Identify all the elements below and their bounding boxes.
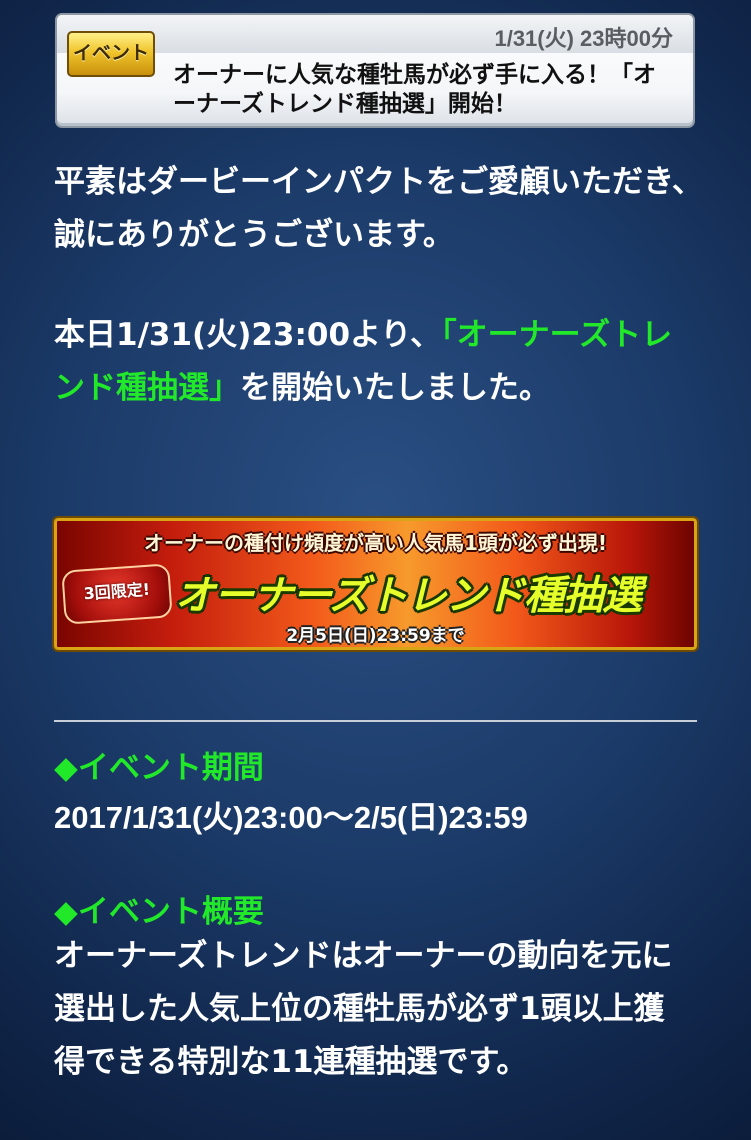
event-overview-heading: ◆イベント概要 (54, 894, 264, 930)
announcement-prefix: 本日1/31(火)23:00より、 (54, 317, 442, 353)
greeting-text: 平素はダービーインパクトをご愛顧いただき、誠にありがとうございます。 (54, 164, 703, 253)
announcement-text: 本日1/31(火)23:00より、「オーナーズトレンド種抽選」を開始いたしました… (54, 309, 684, 415)
banner-deadline: 2月5日(日)23:59まで (286, 626, 465, 646)
event-category-badge: イベント (67, 31, 155, 77)
banner-title: オーナーズトレンド種抽選 (175, 573, 642, 619)
notice-date: 1/31(火) 23時00分 (494, 26, 673, 51)
banner-tagline: オーナーの種付け頻度が高い人気馬1頭が必ず出現! (143, 531, 608, 555)
event-notice-header: 1/31(火) 23時00分 イベント オーナーに人気な種牡馬が必ず手に入る！「… (55, 13, 695, 128)
event-overview-text: オーナーズトレンドはオーナーの動向を元に選出した人気上位の種牡馬が必ず1頭以上獲… (54, 938, 673, 1080)
event-period-heading: ◆イベント期間 (54, 750, 264, 786)
owners-trend-gacha-banner[interactable]: オーナーの種付け頻度が高い人気馬1頭が必ず出現! 3回限定! オーナーズトレンド… (52, 516, 699, 652)
announcement-suffix: を開始いたしました。 (240, 370, 550, 406)
event-period-value: 2017/1/31(火)23:00〜2/5(日)23:59 (54, 800, 528, 835)
limited-count-badge: 3回限定! (61, 563, 173, 625)
section-divider (54, 720, 697, 722)
notice-title: オーナーに人気な種牡馬が必ず手に入る！「オーナーズトレンド種抽選」開始！ (173, 62, 656, 117)
